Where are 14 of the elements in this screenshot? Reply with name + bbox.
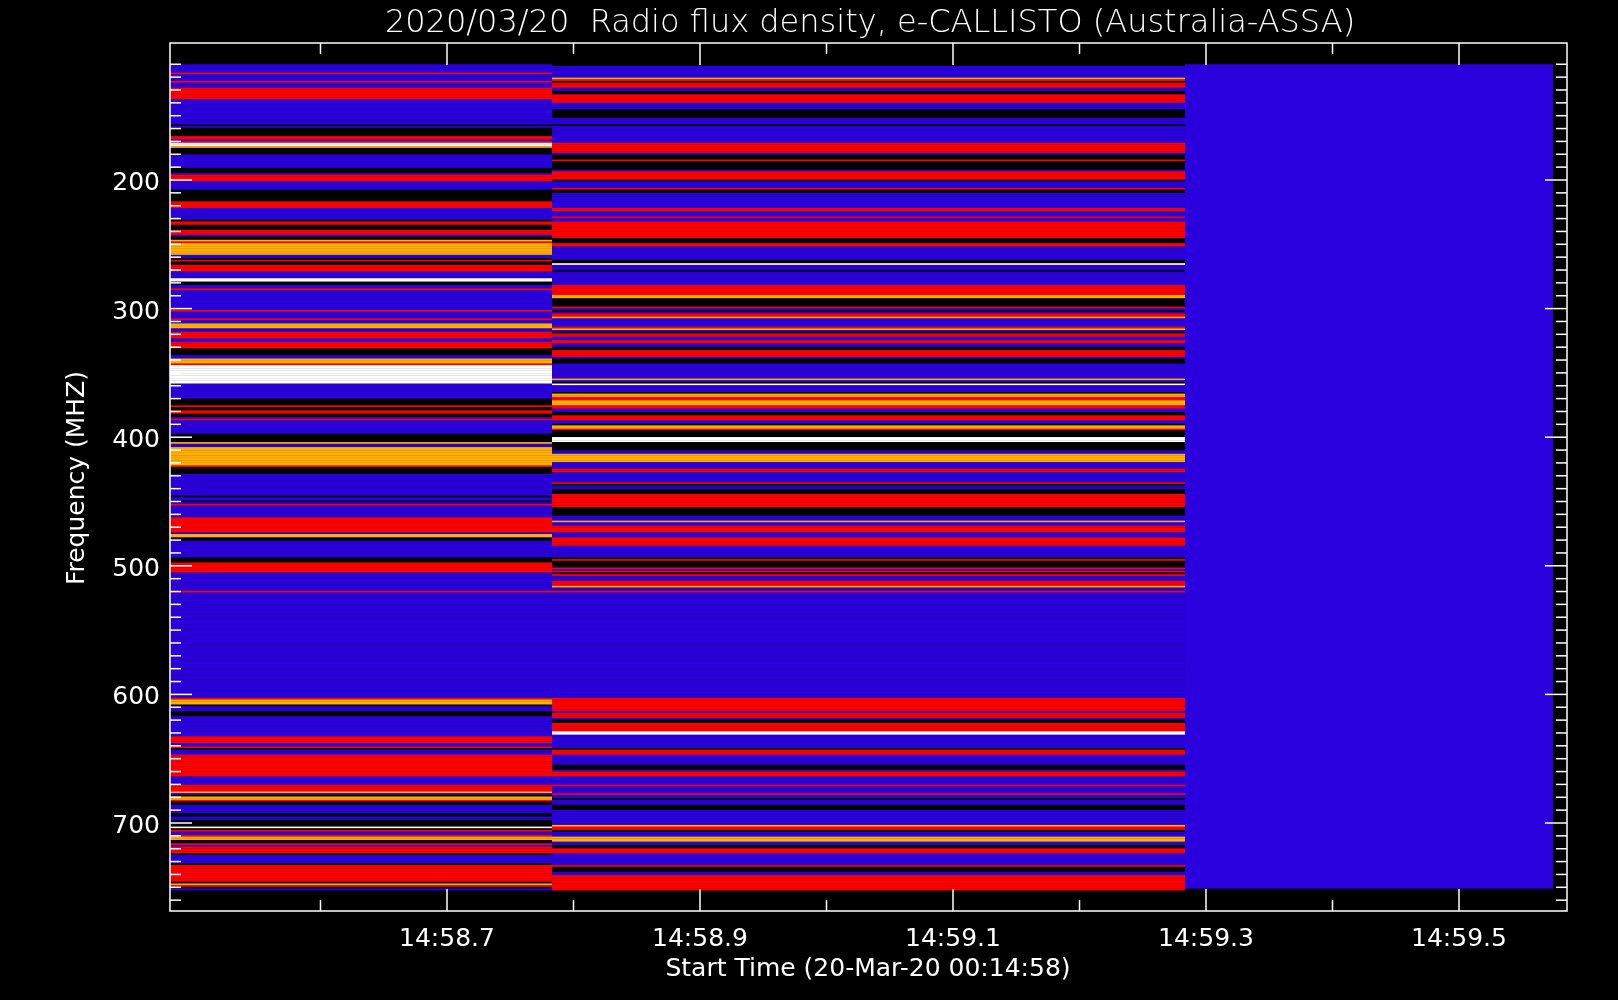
y-tick-label: 400 [112, 424, 160, 454]
x-tick-label: 14:59.1 [905, 923, 1001, 952]
x-axis-label: Start Time (20-Mar-20 00:14:58) [665, 953, 1071, 982]
x-tick-label: 14:58.9 [652, 923, 748, 952]
y-axis-label: Frequency (MHZ) [61, 370, 90, 586]
x-tick-label: 14:59.3 [1158, 923, 1254, 952]
y-tick-label: 200 [112, 167, 160, 196]
y-tick-label: 500 [112, 552, 160, 582]
x-tick-label: 14:59.5 [1411, 923, 1507, 952]
y-tick-label: 700 [112, 810, 160, 839]
chart-title: 2020/03/20 Radio flux density, e-CALLISTO (Australia-ASSA) [384, 2, 1356, 40]
y-tick-label: 600 [112, 681, 160, 711]
x-tick-label: 14:58.7 [399, 923, 495, 952]
y-tick-label: 300 [112, 295, 160, 325]
